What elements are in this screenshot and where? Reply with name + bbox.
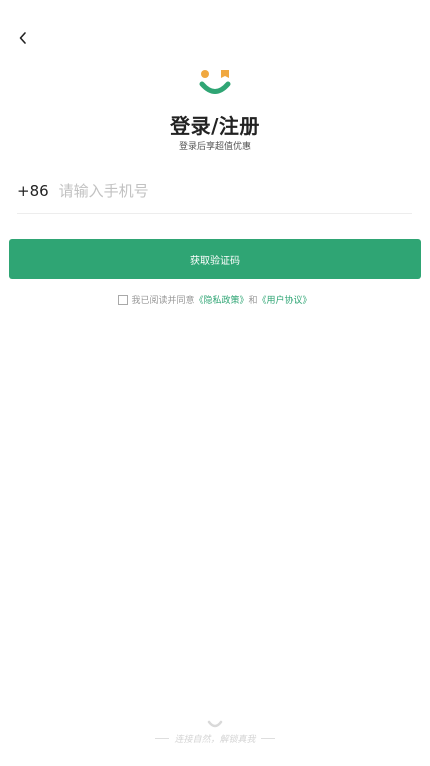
smiley-logo-icon <box>199 70 231 94</box>
privacy-policy-link[interactable]: 《隐私政策》 <box>194 293 248 306</box>
page-title: 登录/注册 <box>170 114 260 138</box>
back-button[interactable] <box>13 28 33 48</box>
agreement-conjunction: 和 <box>248 296 258 306</box>
footer-slogan: 连接自然，解锁真我 <box>174 735 256 745</box>
footer: 连接自然，解锁真我 <box>0 720 430 745</box>
country-code[interactable]: +86 <box>17 182 49 200</box>
page-subtitle: 登录后享超值优惠 <box>178 142 251 152</box>
chevron-left-icon <box>19 32 26 44</box>
footer-divider-left <box>155 738 170 739</box>
agreement-text: 我已阅读并同意 <box>131 296 195 306</box>
phone-field-row: +86 <box>17 168 412 214</box>
footer-divider-right <box>260 738 275 739</box>
user-agreement-link[interactable]: 《用户协议》 <box>258 293 312 306</box>
phone-input[interactable] <box>58 181 412 200</box>
agreement-checkbox[interactable] <box>118 294 129 305</box>
smile-watermark-icon <box>207 720 223 728</box>
agreement-row: 我已阅读并同意 《隐私政策》 和 《用户协议》 <box>0 293 430 306</box>
footer-slogan-row: 连接自然，解锁真我 <box>150 732 279 745</box>
get-code-button[interactable]: 获取验证码 <box>9 239 421 279</box>
